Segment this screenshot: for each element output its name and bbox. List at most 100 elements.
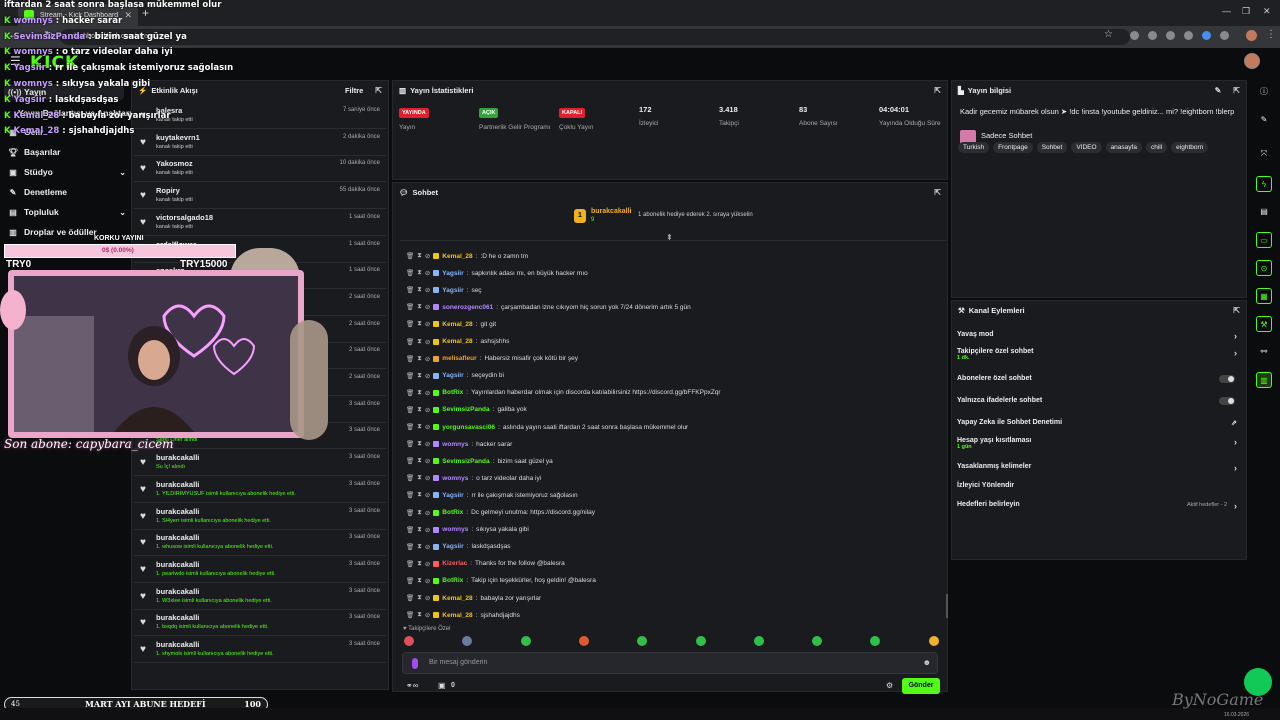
chat-message[interactable]: 🗑︎ ⧗ ⊘ womnys: hacker sarar (406, 437, 512, 451)
ban-icon[interactable]: ⊘ (425, 474, 430, 482)
timeout-icon[interactable]: ⧗ (417, 406, 422, 414)
delete-message-icon[interactable]: 🗑︎ (406, 560, 414, 568)
ban-icon[interactable]: ⊘ (425, 594, 430, 602)
send-button[interactable]: Gönder (902, 678, 940, 694)
delete-message-icon[interactable]: 🗑︎ (406, 269, 414, 277)
chat-username[interactable]: womnys (442, 526, 468, 533)
timeout-icon[interactable]: ⧗ (417, 611, 422, 619)
chat-username[interactable]: Kemal_28 (442, 338, 472, 345)
chat-username[interactable]: BotRix (442, 509, 463, 516)
timeout-icon[interactable]: ⧗ (417, 320, 422, 328)
extension-icon[interactable] (1148, 31, 1157, 40)
chat-scrollbar[interactable] (946, 594, 948, 618)
delete-message-icon[interactable]: 🗑︎ (406, 509, 414, 517)
chat-message[interactable]: 🗑︎ ⧗ ⊘ womnys: sıkıysa yakala gibi (406, 523, 529, 537)
sidebar-item-studyo[interactable]: ▣ Stüdyo ⌄ (8, 167, 126, 177)
ban-icon[interactable]: ⊘ (425, 406, 430, 414)
chat-username[interactable]: SevimsizPanda (442, 458, 489, 465)
chat-message[interactable]: 🗑︎ ⧗ ⊘ Kemal_28: sjshahdjajdhs (406, 608, 520, 622)
gift-leaderboard-pin[interactable]: 1 burakcakalli 9 1 abonelik hediye edere… (570, 207, 770, 227)
ban-icon[interactable]: ⊘ (425, 286, 430, 294)
timeout-icon[interactable]: ⧗ (417, 440, 422, 448)
timeout-icon[interactable]: ⧗ (417, 303, 422, 311)
close-window-icon[interactable]: ✕ (1263, 6, 1271, 17)
chat-message[interactable]: 🗑︎ ⧗ ⊘ Kizerlac: Thanks for the follow @bale… (406, 557, 565, 571)
chat-username[interactable]: Yagsiir (442, 287, 463, 294)
popout-icon[interactable]: ⇱ (1233, 306, 1240, 315)
extension-icon[interactable] (1202, 31, 1211, 40)
wrench-icon[interactable]: ⚒ (1256, 316, 1272, 332)
delete-message-icon[interactable]: 🗑︎ (406, 491, 414, 499)
ban-icon[interactable]: ⊘ (425, 252, 430, 260)
chat-message[interactable]: 🗑︎ ⧗ ⊘ Yagsiir: seç (406, 283, 482, 297)
chat-username[interactable]: Yagsiir (442, 270, 463, 277)
timeout-icon[interactable]: ⧗ (417, 355, 422, 363)
stream-tag[interactable]: VIDEO (1071, 142, 1102, 153)
chat-icon[interactable]: ▭ (1256, 232, 1272, 248)
microphone-icon[interactable] (412, 658, 418, 669)
ban-icon[interactable]: ⊘ (425, 526, 430, 534)
delete-message-icon[interactable]: 🗑︎ (406, 372, 414, 380)
minimize-icon[interactable]: — (1222, 6, 1231, 16)
emote-icon[interactable] (520, 636, 531, 646)
chat-message[interactable]: 🗑︎ ⧗ ⊘ yorgunsavasci06: aslında yayın saati … (406, 420, 688, 434)
activity-item[interactable]: ♥ Yakosmoz kanalı takip etti 10 dakika önce (134, 156, 386, 183)
popout-icon[interactable]: ⇱ (375, 86, 382, 95)
ban-icon[interactable]: ⊘ (425, 440, 430, 448)
ban-icon[interactable]: ⊘ (425, 355, 430, 363)
emote-icon[interactable] (578, 636, 589, 646)
chat-message[interactable]: 🗑︎ ⧗ ⊘ Kemal_28: git git (406, 317, 496, 331)
stream-tag[interactable]: eightborn (1171, 142, 1209, 153)
activity-item[interactable]: ♥ burakcakalli 1. Sl4yerr isimli kullanıcı… (134, 504, 386, 530)
lightning-icon[interactable]: ϟ (1256, 176, 1272, 192)
ban-icon[interactable]: ⊘ (425, 320, 430, 328)
popout-icon[interactable]: ⇱ (934, 188, 941, 197)
activity-item[interactable]: ♥ burakcakalli 1. W3xlee isimli kullanıcıy… (134, 584, 386, 610)
chat-username[interactable]: Kemal_28 (442, 595, 472, 602)
chat-message[interactable]: 🗑︎ ⧗ ⊘ melisafleur: Habersiz misafir çok köt… (406, 352, 578, 366)
layers-icon[interactable]: ▦ (1256, 288, 1272, 304)
chat-message[interactable]: 🗑︎ ⧗ ⊘ Yagsiir: seçeydin bi (406, 369, 504, 383)
ban-icon[interactable]: ⊘ (425, 543, 430, 551)
chat-message[interactable]: 🗑︎ ⧗ ⊘ SevimsizPanda: bizim saat güzel ya (406, 454, 553, 468)
timeout-icon[interactable]: ⧗ (417, 594, 422, 602)
stream-tag[interactable]: anasayfa (1105, 142, 1142, 153)
timeout-icon[interactable]: ⧗ (417, 474, 422, 482)
delete-message-icon[interactable]: 🗑︎ (406, 303, 414, 311)
chat-username[interactable]: womnys (442, 475, 468, 482)
expand-icon[interactable]: ⤧ (1256, 146, 1272, 162)
delete-message-icon[interactable]: 🗑︎ (406, 577, 414, 585)
ban-icon[interactable]: ⊘ (425, 269, 430, 277)
chevron-right-icon[interactable]: › (1234, 437, 1237, 447)
channel-action-row[interactable]: Yavaş mod › (957, 331, 1241, 341)
activity-item[interactable]: ♥ Ropiry kanalı takip etti 55 dakika önce (134, 183, 386, 210)
timeout-icon[interactable]: ⧗ (417, 372, 422, 380)
external-link-icon[interactable]: ⇗ (1231, 419, 1237, 427)
activity-item[interactable]: ♥ burakcakalli Su İç! alındı 3 saat önce (134, 450, 386, 477)
delete-message-icon[interactable]: 🗑︎ (406, 543, 414, 551)
chat-message[interactable]: 🗑︎ ⧗ ⊘ BotRix: Dc gelmeyi unutma: https://di… (406, 506, 595, 520)
chat-message[interactable]: 🗑︎ ⧗ ⊘ Yagsiir: laskdşasdşas (406, 540, 510, 554)
channel-action-row[interactable]: Yalnızca ifadelerle sohbet (957, 397, 1241, 405)
chat-username[interactable]: womnys (442, 441, 468, 448)
category-name[interactable]: Sadece Sohbet (981, 131, 1032, 140)
emote-icon[interactable] (637, 636, 648, 646)
toggle-switch[interactable] (1219, 375, 1235, 383)
channel-action-row[interactable]: Yasaklanmış kelimeler › (957, 463, 1241, 473)
timeout-icon[interactable]: ⧗ (417, 457, 422, 465)
channel-action-row[interactable]: Abonelere özel sohbet (957, 375, 1241, 383)
channel-action-row[interactable]: Yapay Zeka ile Sohbet Denetimi ⇗ (957, 419, 1241, 427)
ban-icon[interactable]: ⊘ (425, 491, 430, 499)
ban-icon[interactable]: ⊘ (425, 611, 430, 619)
maximize-icon[interactable]: ❐ (1242, 6, 1250, 17)
channel-action-row[interactable]: Takipçilere özel sohbet 1 dk. › (957, 348, 1241, 361)
channel-action-row[interactable]: İzleyici Yönlendir (957, 482, 1241, 489)
chat-username[interactable]: sonerozgenc061 (442, 304, 493, 311)
stream-tag[interactable]: Sohbet (1036, 142, 1068, 153)
extension-icon[interactable] (1184, 31, 1193, 40)
bookmark-star-icon[interactable]: ☆ (1104, 29, 1113, 40)
timeout-icon[interactable]: ⧗ (417, 560, 422, 568)
browser-menu-icon[interactable]: ⋮ (1266, 29, 1276, 40)
sidebar-item-basarilar[interactable]: 🏆︎ Başarılar (8, 147, 126, 157)
activity-item[interactable]: ♥ balesra kanalı takip etti 7 saniye önce (134, 103, 386, 129)
